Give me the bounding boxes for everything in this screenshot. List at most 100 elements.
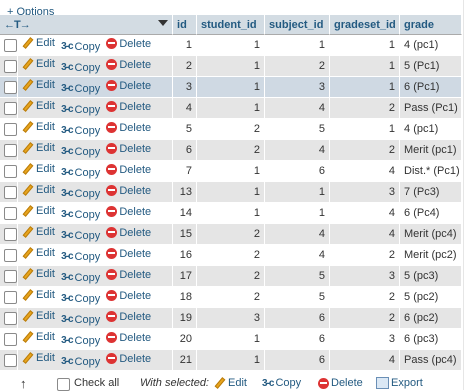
edit-button[interactable]: Edit <box>22 58 55 70</box>
bulk-delete-button[interactable]: Delete <box>318 377 363 389</box>
cell-gradeset-id: 2 <box>330 245 401 266</box>
copy-button[interactable]: 3-c Copy <box>61 356 100 368</box>
copy-button[interactable]: 3-c Copy <box>61 230 100 242</box>
copy-button[interactable]: 3-c Copy <box>61 83 100 95</box>
edit-button[interactable]: Edit <box>22 163 55 175</box>
copy-button[interactable]: 3-c Copy <box>61 314 100 326</box>
row-checkbox[interactable] <box>0 35 18 56</box>
check-all-label[interactable]: Check all <box>74 377 119 389</box>
delete-button[interactable]: Delete <box>106 353 151 365</box>
copy-button[interactable]: 3-c Copy <box>61 125 100 137</box>
cell-id: 7 <box>173 161 198 182</box>
edit-button[interactable]: Edit <box>22 184 55 196</box>
check-all-checkbox[interactable] <box>57 378 70 391</box>
delete-button[interactable]: Delete <box>106 227 151 239</box>
copy-button[interactable]: 3-c Copy <box>61 209 100 221</box>
copy-button[interactable]: 3-c Copy <box>61 293 100 305</box>
copy-button[interactable]: 3-c Copy <box>61 146 100 158</box>
table-row[interactable]: Edit 3-c Copy Delete 3 1 3 1 6 (Pc1) <box>0 77 463 98</box>
row-checkbox[interactable] <box>0 287 18 308</box>
copy-button[interactable]: 3-c Copy <box>61 251 100 263</box>
table-row[interactable]: Edit 3-c Copy Delete 13 1 1 3 7 (Pc3) <box>0 182 463 203</box>
edit-button[interactable]: Edit <box>22 37 55 49</box>
row-checkbox[interactable] <box>0 140 18 161</box>
copy-button[interactable]: 3-c Copy <box>61 104 100 116</box>
table-row[interactable]: Edit 3-c Copy Delete 16 2 4 2 Merit (pc2) <box>0 245 463 266</box>
copy-button[interactable]: 3-c Copy <box>61 335 100 347</box>
delete-button[interactable]: Delete <box>106 185 151 197</box>
delete-button[interactable]: Delete <box>106 332 151 344</box>
edit-button[interactable]: Edit <box>22 247 55 259</box>
delete-button[interactable]: Delete <box>106 164 151 176</box>
edit-button[interactable]: Edit <box>22 205 55 217</box>
table-row[interactable]: Edit 3-c Copy Delete 5 2 5 1 4 (pc1) <box>0 119 463 140</box>
delete-button[interactable]: Delete <box>106 38 151 50</box>
edit-button[interactable]: Edit <box>22 142 55 154</box>
table-row[interactable]: Edit 3-c Copy Delete 1 1 1 1 4 (pc1) <box>0 35 463 56</box>
delete-button[interactable]: Delete <box>106 122 151 134</box>
row-checkbox[interactable] <box>0 245 18 266</box>
sort-dropdown-icon[interactable] <box>158 20 169 26</box>
edit-button[interactable]: Edit <box>22 331 55 343</box>
copy-button[interactable]: 3-c Copy <box>61 272 100 284</box>
delete-button[interactable]: Delete <box>106 101 151 113</box>
bulk-edit-button[interactable]: Edit <box>214 377 247 389</box>
row-actions: Edit 3-c Copy Delete <box>18 350 174 371</box>
col-header-id[interactable]: id <box>173 15 198 35</box>
row-checkbox[interactable] <box>0 98 18 119</box>
pencil-icon <box>22 58 34 70</box>
table-row[interactable]: Edit 3-c Copy Delete 18 2 5 2 5 (pc2) <box>0 287 463 308</box>
table-row[interactable]: Edit 3-c Copy Delete 21 1 6 4 Pass (pc4) <box>0 350 463 371</box>
edit-button[interactable]: Edit <box>22 310 55 322</box>
table-row[interactable]: Edit 3-c Copy Delete 2 1 2 1 5 (Pc1) <box>0 56 463 77</box>
delete-button[interactable]: Delete <box>106 290 151 302</box>
table-row[interactable]: Edit 3-c Copy Delete 14 1 1 4 6 (Pc4) <box>0 203 463 224</box>
copy-button[interactable]: 3-c Copy <box>61 167 100 179</box>
delete-button[interactable]: Delete <box>106 80 151 92</box>
delete-button[interactable]: Delete <box>106 59 151 71</box>
edit-button[interactable]: Edit <box>22 100 55 112</box>
col-header-student-id[interactable]: student_id <box>197 15 266 35</box>
col-header-grade[interactable]: grade <box>400 15 463 35</box>
edit-button[interactable]: Edit <box>22 226 55 238</box>
bulk-export-button[interactable]: Export <box>376 377 423 389</box>
edit-button[interactable]: Edit <box>22 289 55 301</box>
column-arrows[interactable]: ←T→ <box>4 19 31 31</box>
col-header-gradeset-id[interactable]: gradeset_id <box>330 15 401 35</box>
row-checkbox[interactable] <box>0 308 18 329</box>
copy-button[interactable]: 3-c Copy <box>61 62 100 74</box>
row-checkbox[interactable] <box>0 224 18 245</box>
row-checkbox[interactable] <box>0 77 18 98</box>
table-row[interactable]: Edit 3-c Copy Delete 20 1 6 3 6 (pc3) <box>0 329 463 350</box>
row-checkbox[interactable] <box>0 329 18 350</box>
delete-icon <box>106 164 118 176</box>
table-row[interactable]: Edit 3-c Copy Delete 17 2 5 3 5 (pc3) <box>0 266 463 287</box>
table-row[interactable]: Edit 3-c Copy Delete 6 2 4 2 Merit (pc1) <box>0 140 463 161</box>
bulk-copy-button[interactable]: 3-c Copy <box>262 377 301 389</box>
row-actions: Edit 3-c Copy Delete <box>18 161 174 182</box>
table-row[interactable]: Edit 3-c Copy Delete 19 3 6 2 6 (pc2) <box>0 308 463 329</box>
edit-button[interactable]: Edit <box>22 121 55 133</box>
row-checkbox[interactable] <box>0 350 18 371</box>
copy-button[interactable]: 3-c Copy <box>61 41 100 53</box>
delete-button[interactable]: Delete <box>106 206 151 218</box>
row-checkbox[interactable] <box>0 161 18 182</box>
copy-button[interactable]: 3-c Copy <box>61 188 100 200</box>
edit-button[interactable]: Edit <box>22 352 55 364</box>
edit-button[interactable]: Edit <box>22 79 55 91</box>
row-checkbox[interactable] <box>0 56 18 77</box>
table-row[interactable]: Edit 3-c Copy Delete 7 1 6 4 Dist.* (Pc1) <box>0 161 463 182</box>
row-checkbox[interactable] <box>0 203 18 224</box>
table-row[interactable]: Edit 3-c Copy Delete 4 1 4 2 Pass (Pc1) <box>0 98 463 119</box>
col-header-subject-id[interactable]: subject_id <box>265 15 331 35</box>
delete-button[interactable]: Delete <box>106 143 151 155</box>
row-checkbox[interactable] <box>0 182 18 203</box>
delete-button[interactable]: Delete <box>106 269 151 281</box>
row-checkbox[interactable] <box>0 119 18 140</box>
row-checkbox[interactable] <box>0 266 18 287</box>
delete-button[interactable]: Delete <box>106 311 151 323</box>
cell-student-id: 1 <box>197 35 266 56</box>
table-row[interactable]: Edit 3-c Copy Delete 15 2 4 4 Merit (pc4) <box>0 224 463 245</box>
delete-button[interactable]: Delete <box>106 248 151 260</box>
edit-button[interactable]: Edit <box>22 268 55 280</box>
